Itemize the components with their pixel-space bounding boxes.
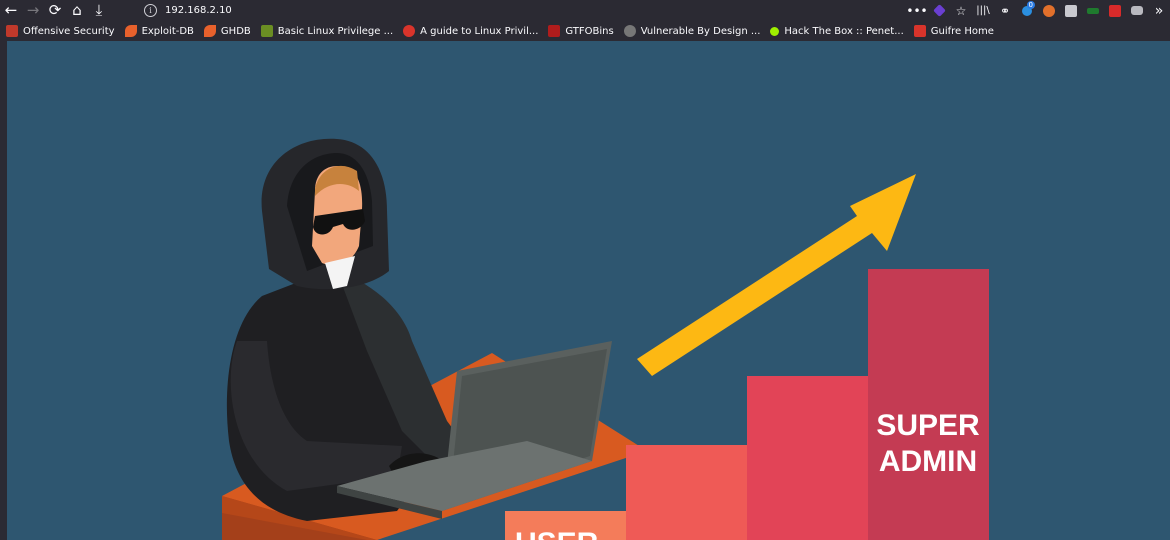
ip-extension-icon[interactable] [1060, 0, 1082, 21]
bookmark-offensive-security[interactable]: Offensive Security [6, 25, 115, 37]
step-3 [747, 376, 868, 540]
browser-navbar: ← → ⟳ ⌂ ⤓ i 192.168.2.10 ••• ☆ |||\ ⚭ 0 … [0, 0, 1170, 21]
step-super-admin [868, 269, 989, 540]
download-icon[interactable]: ⤓ [88, 0, 110, 21]
guifre-icon [913, 25, 926, 37]
ghdb-icon [203, 25, 216, 37]
bookmark-basic-linux-privesc[interactable]: Basic Linux Privilege ... [260, 25, 393, 37]
g0tmi1k-icon [260, 25, 273, 37]
toolbar-icons: ••• ☆ |||\ ⚭ 0 » [906, 0, 1170, 21]
reload-icon[interactable]: ⟳ [44, 0, 66, 21]
account-extension-icon[interactable]: 0 [1016, 0, 1038, 21]
reader-mask-icon[interactable]: ⚭ [994, 0, 1016, 21]
bookmark-star-icon[interactable]: ☆ [950, 0, 972, 21]
super-label: SUPER [876, 409, 980, 442]
user-label: USER [515, 527, 599, 540]
bookmark-vulnhub[interactable]: Vulnerable By Design ... [623, 25, 760, 37]
library-icon[interactable]: |||\ [972, 0, 994, 21]
page-content: SUPER ADMIN USER [7, 41, 1170, 540]
vulnhub-icon [623, 25, 636, 37]
back-icon[interactable]: ← [0, 0, 22, 21]
url-text[interactable]: 192.168.2.10 [165, 5, 232, 16]
bookmark-ghdb[interactable]: GHDB [203, 25, 251, 37]
more-actions-icon[interactable]: ••• [906, 0, 928, 21]
url-bar[interactable]: i 192.168.2.10 [138, 1, 858, 19]
screen-extension-icon[interactable] [1126, 0, 1148, 21]
info-icon[interactable]: i [144, 3, 157, 17]
forward-icon[interactable]: → [22, 0, 44, 21]
red-extension-icon[interactable] [1104, 0, 1126, 21]
bookmark-gtfobins[interactable]: GTFOBins [548, 25, 614, 37]
gtfobins-icon [548, 25, 561, 37]
notification-badge: 0 [1026, 1, 1035, 9]
green-extension-icon[interactable] [1082, 0, 1104, 21]
extension-cube-icon[interactable] [928, 0, 950, 21]
bookmark-exploit-db[interactable]: Exploit-DB [124, 25, 194, 37]
admin-label: ADMIN [879, 445, 977, 478]
home-icon[interactable]: ⌂ [66, 0, 88, 21]
bookmark-linux-privesc-guide[interactable]: A guide to Linux Privil... [403, 25, 538, 37]
overflow-menu-icon[interactable]: » [1148, 0, 1170, 21]
bookmark-hack-the-box[interactable]: Hack The Box :: Penet... [770, 26, 904, 37]
payatu-icon [403, 25, 416, 37]
foxyproxy-icon[interactable] [1038, 0, 1060, 21]
step-2 [626, 445, 747, 540]
exploit-db-icon [124, 25, 137, 37]
offsec-icon [6, 25, 18, 37]
bookmark-guifre-home[interactable]: Guifre Home [913, 25, 994, 37]
bookmarks-toolbar: Offensive Security Exploit-DB GHDB Basic… [0, 21, 1170, 41]
htb-cube-icon [770, 26, 780, 36]
privilege-escalation-illustration: SUPER ADMIN USER [222, 138, 989, 540]
